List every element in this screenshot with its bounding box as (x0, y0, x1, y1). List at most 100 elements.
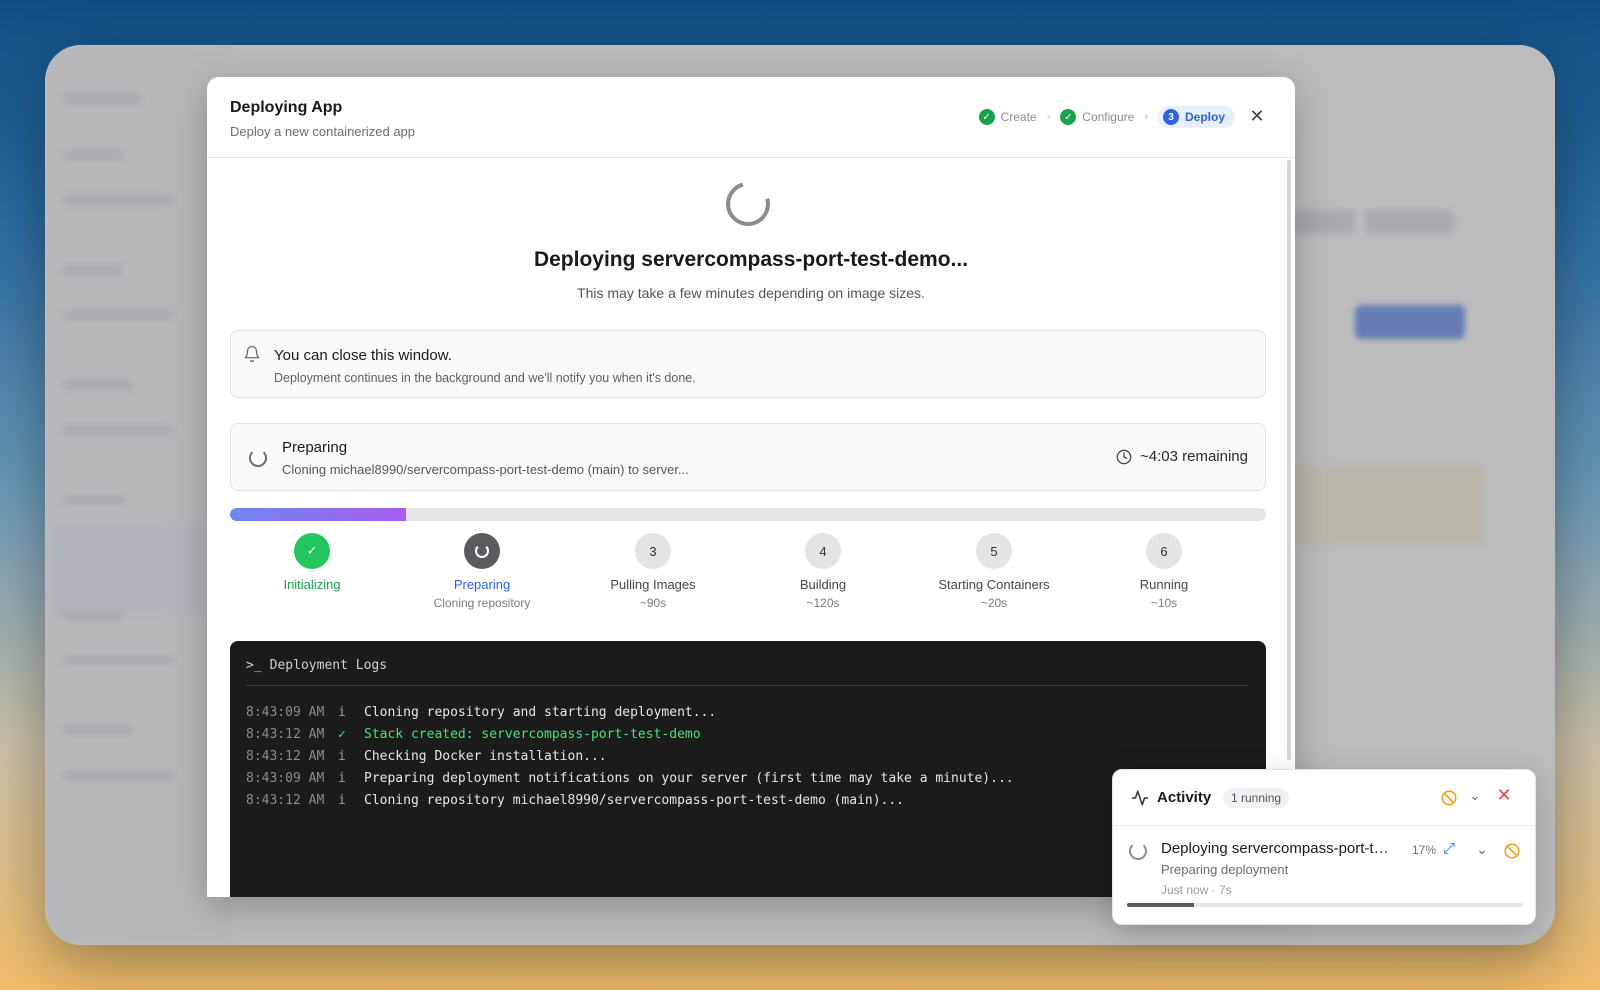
expand-icon[interactable]: ⤢ (1443, 840, 1461, 857)
step-label: Starting Containers (938, 577, 1050, 592)
check-icon: ✓ (978, 109, 995, 125)
wizard-stepper: ✓ Create › ✓ Configure › 3 Deploy (978, 106, 1235, 128)
chevron-right-icon: › (1144, 111, 1148, 123)
logs-title: Deployment Logs (269, 658, 388, 673)
step-sublabel: ~120s (806, 596, 840, 610)
close-icon[interactable]: ✕ (1495, 785, 1513, 806)
step-number: 5 (976, 533, 1012, 569)
deploy-step: 4 Building ~120s (736, 533, 910, 610)
step-label: Pulling Images (610, 577, 696, 592)
loading-spinner-icon (249, 449, 267, 467)
info-icon: i (338, 748, 346, 764)
time-remaining: ~4:03 remaining (1116, 448, 1248, 465)
activity-panel: Activity 1 running ⌄ ✕ Deploying serverc… (1112, 769, 1536, 925)
dialog-title: Deploying App (230, 99, 343, 116)
chevron-down-icon[interactable]: ⌄ (1466, 787, 1484, 804)
log-timestamp: 8:43:09 AM (246, 770, 325, 786)
deploy-step: Preparing Cloning repository (395, 533, 569, 610)
dialog-subtitle: Deploy a new containerized app (230, 124, 416, 139)
stepper-create[interactable]: ✓ Create (978, 109, 1037, 125)
stepper-configure[interactable]: ✓ Configure (1060, 109, 1134, 125)
step-label: Initializing (283, 577, 341, 592)
bell-icon (244, 345, 260, 363)
activity-progress-bar (1127, 903, 1523, 907)
stage-detail: Cloning michael8990/servercompass-port-t… (282, 462, 689, 477)
notice-text: Deployment continues in the background a… (274, 371, 696, 385)
step-label: Building (799, 577, 847, 592)
log-message: Checking Docker installation... (364, 748, 607, 764)
log-message: Preparing deployment notifications on yo… (364, 770, 1014, 786)
clock-icon (1116, 449, 1132, 464)
remaining-text: ~4:03 remaining (1140, 448, 1248, 465)
stepper-label: Deploy (1184, 110, 1225, 124)
deploy-step: ✓ Initializing (225, 533, 399, 592)
log-message: Stack created: servercompass-port-test-d… (364, 726, 701, 742)
info-icon: i (338, 770, 346, 786)
activity-item[interactable]: Deploying servercompass-port-test-demo 1… (1113, 826, 1535, 926)
logs-header: >_ Deployment Logs (246, 658, 1248, 686)
log-lines: 8:43:09 AM i Cloning repository and starti… (246, 701, 1256, 811)
step-sublabel: Cloning repository (433, 596, 531, 610)
log-line: 8:43:09 AM i Cloning repository and starti… (246, 701, 1256, 723)
dialog-header: Deploying App Deploy a new containerized… (207, 77, 1295, 158)
activity-item-status: Preparing deployment (1161, 862, 1289, 877)
check-circle-icon: ✓ (294, 533, 330, 569)
step-sublabel: ~90s (639, 596, 667, 610)
stepper-deploy[interactable]: 3 Deploy (1157, 106, 1235, 128)
log-timestamp: 8:43:09 AM (246, 704, 325, 720)
running-badge: 1 running (1223, 788, 1290, 808)
step-number: 3 (1162, 109, 1179, 125)
loading-spinner-icon (464, 533, 500, 569)
cancel-all-icon[interactable] (1440, 789, 1458, 807)
activity-title: Activity (1157, 789, 1212, 806)
log-timestamp: 8:43:12 AM (246, 792, 325, 808)
loading-spinner-icon (1129, 842, 1147, 860)
step-label: Preparing (453, 577, 511, 592)
current-stage-card: Preparing Cloning michael8990/servercomp… (230, 423, 1266, 491)
deploy-subheading: This may take a few minutes depending on… (577, 285, 925, 301)
stepper-label: Configure (1082, 110, 1135, 124)
deploy-step: 6 Running ~10s (1077, 533, 1251, 610)
loading-spinner-icon (717, 173, 779, 235)
terminal-icon: >_ (246, 658, 262, 673)
step-number: 6 (1146, 533, 1182, 569)
step-sublabel: ~20s (980, 596, 1008, 610)
deploy-step: 5 Starting Containers ~20s (907, 533, 1081, 610)
check-icon: ✓ (1060, 109, 1077, 125)
deploy-progress-fill (230, 508, 407, 521)
deploy-progress-bar (230, 508, 1266, 521)
log-timestamp: 8:43:12 AM (246, 748, 325, 764)
info-icon: i (338, 792, 346, 808)
cancel-icon[interactable] (1503, 842, 1521, 860)
deploy-step: 3 Pulling Images ~90s (566, 533, 740, 610)
deploy-heading: Deploying servercompass-port-test-demo..… (533, 248, 969, 271)
log-line: 8:43:12 AM i Cloning repository michael899… (246, 789, 1256, 811)
activity-item-time: Just now · 7s (1161, 883, 1232, 897)
log-line: 8:43:12 AM ✓ Stack created: servercompass-… (246, 723, 1256, 745)
close-window-notice: You can close this window. Deployment co… (230, 330, 1266, 398)
activity-header: Activity 1 running ⌄ ✕ (1113, 770, 1535, 826)
stepper-label: Create (1000, 110, 1037, 124)
log-message: Cloning repository and starting deployme… (364, 704, 717, 720)
step-sublabel: ~10s (1150, 596, 1178, 610)
close-icon[interactable]: ✕ (1245, 104, 1269, 128)
step-number: 4 (805, 533, 841, 569)
step-label: Running (1139, 577, 1189, 592)
activity-item-title: Deploying servercompass-port-test-demo (1161, 840, 1396, 857)
deploy-steps: ✓ Initializing Preparing Cloning repository… (230, 533, 1266, 613)
chevron-right-icon: › (1046, 111, 1051, 123)
log-message: Cloning repository michael8990/servercom… (364, 792, 905, 808)
info-icon: i (338, 704, 346, 720)
chevron-down-icon[interactable]: ⌄ (1473, 841, 1491, 858)
log-timestamp: 8:43:12 AM (246, 726, 325, 742)
stage-title: Preparing (282, 439, 348, 456)
check-circle-icon: ✓ (338, 726, 346, 742)
notice-title: You can close this window. (274, 347, 452, 364)
activity-progress-fill (1127, 903, 1195, 907)
deployment-logs: >_ Deployment Logs 8:43:09 AM i Cloning re… (230, 641, 1266, 897)
step-number: 3 (635, 533, 671, 569)
activity-icon (1131, 790, 1149, 806)
activity-item-percent: 17% (1412, 843, 1437, 857)
log-line: 8:43:09 AM i Preparing deployment notifica… (246, 767, 1256, 789)
log-line: 8:43:12 AM i Checking Docker installation.… (246, 745, 1256, 767)
